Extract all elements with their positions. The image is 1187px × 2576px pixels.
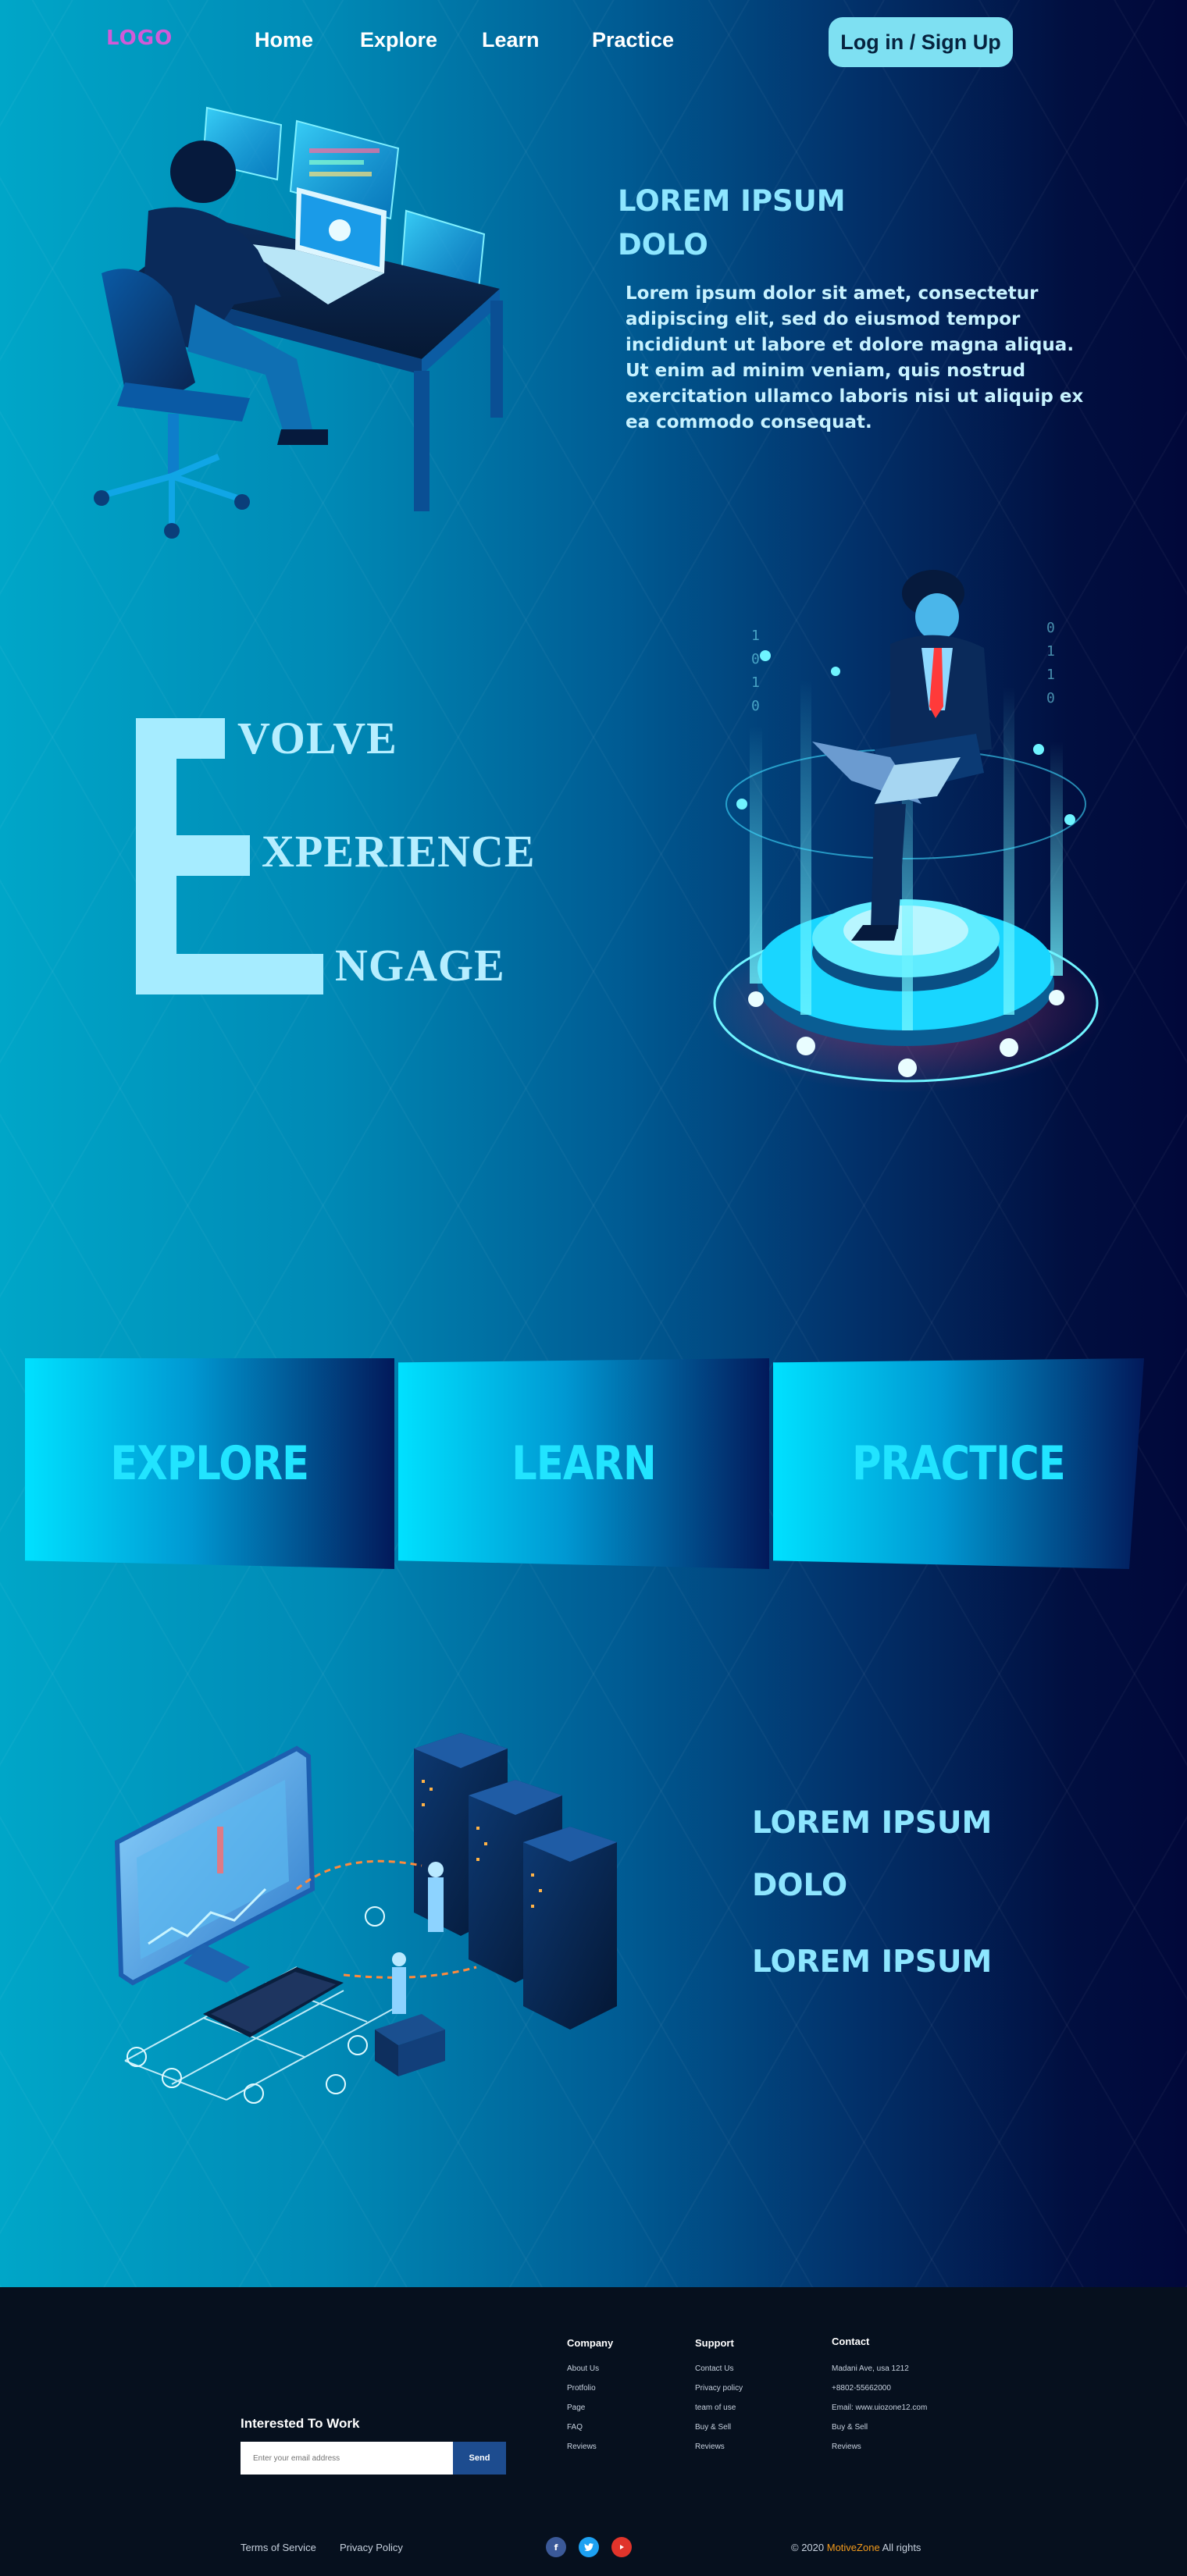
footer-contact-item: +8802-55662000 <box>832 2384 891 2393</box>
svg-text:1: 1 <box>1046 667 1055 683</box>
terms-link[interactable]: Terms of Service <box>241 2542 316 2553</box>
server-network-icon <box>114 1733 617 2104</box>
column-title: Company <box>567 2337 614 2349</box>
svg-text:0: 0 <box>751 651 760 667</box>
send-button[interactable]: Send <box>453 2442 506 2475</box>
footer-column-company: Company About Us Protfolio Page FAQ Revi… <box>567 2337 613 2451</box>
section1-headline-line1: LOREM IPSUM <box>618 184 846 218</box>
copyright-prefix: © 2020 <box>791 2542 825 2553</box>
column-title: Contact <box>832 2336 870 2347</box>
paragraph-line: Ut enim ad minim veniam, quis nostrud <box>626 361 1026 381</box>
column-title: Support <box>695 2337 734 2349</box>
footer: Interested To Work Send Company About Us… <box>0 2287 1187 2576</box>
footer-link[interactable]: team of use <box>695 2403 743 2412</box>
developer-at-desk-icon <box>94 106 503 539</box>
footer-link[interactable]: Buy & Sell <box>832 2423 927 2432</box>
nav-learn[interactable]: Learn <box>482 28 540 52</box>
section3-line2: DOLO <box>752 1868 848 1903</box>
nav-home[interactable]: Home <box>255 28 313 52</box>
paragraph-line: adipiscing elit, sed do eiusmod tempor <box>626 309 1021 329</box>
logo[interactable]: LOGO <box>106 27 173 50</box>
paragraph-line: incididunt ut labore et dolore magna ali… <box>626 335 1075 355</box>
social-icons: f <box>546 2537 632 2557</box>
svg-text:1: 1 <box>751 674 760 691</box>
paragraph-line: exercitation ullamco laboris nisi ut ali… <box>626 386 1084 407</box>
paragraph-line: ea commodo consequat. <box>626 412 872 432</box>
interest-title: Interested To Work <box>241 2416 360 2431</box>
nav-explore[interactable]: Explore <box>360 28 437 52</box>
svg-text:1: 1 <box>751 628 760 644</box>
footer-link[interactable]: Contact Us <box>695 2364 743 2373</box>
explore-card[interactable]: EXPLORE <box>25 1358 394 1569</box>
word-ngage: NGAGE <box>335 940 505 991</box>
email-form: Send <box>241 2442 506 2475</box>
hero-background: LOGO Home Explore Learn Practice Log in … <box>0 0 1187 2287</box>
explore-card-label: EXPLORE <box>110 1436 310 1491</box>
footer-contact-item: Madani Ave, usa 1212 <box>832 2364 909 2373</box>
word-xperience: XPERIENCE <box>262 826 536 877</box>
section1-paragraph: Lorem ipsum dolor sit amet, consectetur … <box>626 281 1083 436</box>
facebook-icon[interactable]: f <box>546 2537 566 2557</box>
footer-link[interactable]: Reviews <box>695 2443 743 2451</box>
section1-headline-line2: DOLO <box>618 228 708 262</box>
footer-link[interactable]: Reviews <box>567 2443 613 2451</box>
practice-card-label: PRACTICE <box>852 1436 1066 1491</box>
footer-link[interactable]: Page <box>567 2403 613 2412</box>
footer-column-contact: Contact Madani Ave, usa 1212 +8802-55662… <box>832 2336 927 2451</box>
privacy-link[interactable]: Privacy Policy <box>340 2542 403 2553</box>
footer-link[interactable]: Reviews <box>832 2443 927 2451</box>
footer-link[interactable]: Protfolio <box>567 2384 613 2393</box>
footer-column-support: Support Contact Us Privacy policy team o… <box>695 2337 743 2451</box>
man-on-data-platform-icon: 1 0 1 0 0 1 1 0 <box>703 570 1109 1093</box>
copyright: © 2020 MotiveZone All rights <box>791 2542 921 2553</box>
nav-practice[interactable]: Practice <box>592 28 674 52</box>
svg-text:0: 0 <box>1046 690 1055 706</box>
email-input[interactable] <box>241 2442 453 2475</box>
word-volve: VOLVE <box>237 713 397 763</box>
twitter-icon[interactable] <box>579 2537 599 2557</box>
footer-link[interactable]: FAQ <box>567 2423 613 2432</box>
svg-text:0: 0 <box>751 698 760 714</box>
learn-card-label: LEARN <box>512 1436 656 1491</box>
brand-name[interactable]: MotiveZone <box>827 2542 880 2553</box>
svg-text:1: 1 <box>1046 643 1055 660</box>
section3-line3: LOREM IPSUM <box>752 1944 993 1980</box>
paragraph-line: Lorem ipsum dolor sit amet, consectetur <box>626 283 1039 304</box>
login-signup-button[interactable]: Log in / Sign Up <box>829 17 1013 67</box>
section3-line1: LOREM IPSUM <box>752 1806 993 1841</box>
copyright-suffix: All rights <box>882 2542 921 2553</box>
youtube-icon[interactable] <box>611 2537 632 2557</box>
learn-card[interactable]: LEARN <box>398 1358 769 1569</box>
footer-link[interactable]: About Us <box>567 2364 613 2373</box>
footer-contact-item: Email: www.uiozone12.com <box>832 2403 928 2412</box>
footer-link[interactable]: Buy & Sell <box>695 2423 743 2432</box>
svg-text:0: 0 <box>1046 620 1055 636</box>
practice-card[interactable]: PRACTICE <box>773 1358 1144 1569</box>
footer-link[interactable]: Privacy policy <box>695 2384 743 2393</box>
